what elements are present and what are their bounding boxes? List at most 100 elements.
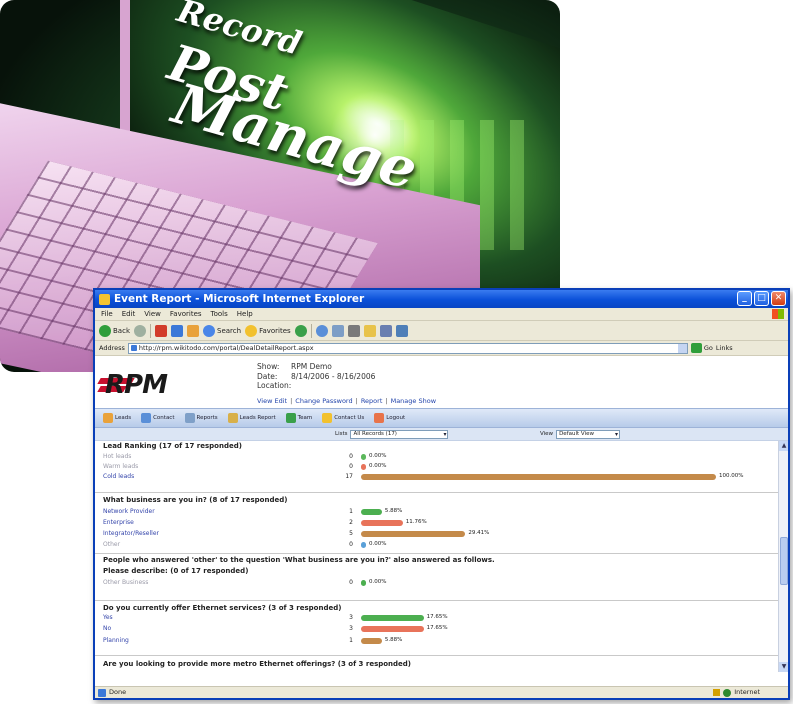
page-header: RPM Show: RPM Demo Date: 8/14/2006 - 8/16/… [95, 356, 788, 408]
status-text: Done [109, 688, 127, 696]
answer-label[interactable]: Other [103, 541, 120, 548]
home-icon[interactable] [187, 324, 199, 337]
print-icon[interactable] [347, 324, 360, 337]
scroll-thumb[interactable] [780, 537, 788, 585]
answer-percent: 17.65% [426, 614, 448, 620]
link-view-edit[interactable]: View Edit [257, 397, 287, 405]
answer-bar [361, 454, 366, 460]
title-bar[interactable]: Event Report - Microsoft Internet Explor… [95, 290, 788, 308]
menu-view[interactable]: View [144, 308, 161, 320]
folder-icon[interactable] [363, 324, 376, 337]
nav-reports[interactable]: Reports [184, 413, 218, 423]
nav-contact-us[interactable]: Contact Us [322, 413, 364, 423]
answer-row[interactable]: Yes 3 17.65% [95, 614, 778, 623]
answer-label[interactable]: Enterprise [103, 519, 134, 526]
answer-bar [361, 626, 424, 632]
menu-edit[interactable]: Edit [122, 308, 136, 320]
answer-count: 2 [349, 519, 353, 526]
answer-percent: 0.00% [369, 579, 387, 585]
window-controls: _ □ ✕ [737, 291, 786, 306]
nav-team[interactable]: Team [285, 413, 312, 423]
answer-label[interactable]: No [103, 625, 111, 632]
nav-leads-report[interactable]: Leads Report [227, 413, 276, 423]
answer-count: 3 [349, 614, 353, 621]
answer-label[interactable]: Network Provider [103, 508, 155, 515]
answer-percent: 29.41% [468, 530, 490, 536]
close-button[interactable]: ✕ [771, 291, 786, 306]
go-arrow-icon [690, 343, 702, 353]
lists-select[interactable]: All Records (17) [350, 429, 449, 439]
media-icon[interactable] [294, 324, 307, 337]
maximize-button[interactable]: □ [754, 291, 769, 306]
stop-icon[interactable] [155, 324, 167, 337]
link-change-password[interactable]: Change Password [295, 397, 352, 405]
web-page: RPM Show: RPM Demo Date: 8/14/2006 - 8/16/… [95, 356, 788, 672]
history-icon[interactable] [315, 324, 328, 337]
answer-label[interactable]: Hot leads [103, 453, 131, 460]
favorites-button[interactable]: Favorites [245, 324, 291, 337]
minimize-button[interactable]: _ [737, 291, 752, 306]
links-button[interactable]: Links [716, 344, 733, 352]
answer-row[interactable]: No 3 17.65% [95, 625, 778, 634]
toolbar-separator [310, 323, 312, 338]
answer-count: 1 [349, 508, 353, 515]
page-done-icon [98, 689, 106, 697]
menu-file[interactable]: File [101, 308, 113, 320]
answer-row[interactable]: Planning 1 5.88% [95, 637, 778, 646]
answer-row[interactable]: Other 0 0.00% [95, 541, 778, 550]
filter-bar: Lists All Records (17) View Default View [95, 428, 788, 441]
rpm-logo: RPM [105, 370, 168, 400]
nav-leads[interactable]: Leads [103, 413, 131, 423]
answer-label[interactable]: Planning [103, 637, 129, 644]
answer-row[interactable]: Cold leads 17 100.00% [95, 473, 778, 482]
scroll-up-arrow-icon[interactable]: ▲ [779, 441, 788, 451]
survey-report: Lead Ranking (17 of 17 responded) Hot le… [95, 441, 778, 672]
menu-tools[interactable]: Tools [211, 308, 228, 320]
answer-row[interactable]: Hot leads 0 0.00% [95, 453, 778, 462]
answer-label[interactable]: Cold leads [103, 473, 134, 480]
go-button[interactable]: Go [690, 343, 713, 353]
address-input[interactable]: http://rpm.wikitodo.com/portal/DealDetai… [127, 342, 688, 354]
standard-toolbar: Back Search Favorites [95, 321, 788, 341]
follow-up-note: People who answered 'other' to the quest… [103, 556, 495, 564]
menu-help[interactable]: Help [237, 308, 253, 320]
mail-icon[interactable] [331, 324, 344, 337]
nav-logout[interactable]: Logout [374, 413, 405, 423]
question-title: Do you currently offer Ethernet services… [103, 604, 342, 612]
answer-count: 0 [349, 453, 353, 460]
answer-row[interactable]: Warm leads 0 0.00% [95, 463, 778, 472]
windows-logo-icon [772, 309, 784, 319]
nav-contact[interactable]: Contact [141, 413, 175, 423]
answer-label[interactable]: Warm leads [103, 463, 138, 470]
answer-label[interactable]: Other Business [103, 579, 148, 586]
address-label: Address [99, 344, 125, 352]
answer-label[interactable]: Yes [103, 614, 113, 621]
menu-bar: File Edit View Favorites Tools Help [95, 308, 788, 321]
search-icon [203, 324, 215, 337]
leads-icon [103, 413, 113, 423]
address-dropdown[interactable] [677, 343, 687, 353]
answer-row[interactable]: Other Business 0 0.00% [95, 579, 778, 588]
research-icon[interactable] [395, 324, 408, 337]
menu-favorites[interactable]: Favorites [170, 308, 202, 320]
link-report[interactable]: Report [361, 397, 383, 405]
follow-up-title: Please describe: (0 of 17 responded) [103, 567, 249, 575]
answer-row[interactable]: Enterprise 2 11.76% [95, 519, 778, 528]
page-scrollbar[interactable]: ▲ ▼ [778, 441, 788, 672]
answer-bar [361, 474, 716, 480]
messenger-icon[interactable] [379, 324, 392, 337]
answer-bar [361, 509, 382, 515]
answer-label[interactable]: Integrator/Reseller [103, 530, 159, 537]
answer-count: 0 [349, 579, 353, 586]
answer-row[interactable]: Network Provider 1 5.88% [95, 508, 778, 517]
refresh-icon[interactable] [171, 324, 183, 337]
forward-button[interactable] [134, 324, 146, 337]
view-select[interactable]: Default View [556, 429, 621, 439]
search-button[interactable]: Search [203, 324, 241, 337]
ie-app-icon [99, 293, 110, 305]
back-button[interactable]: Back [99, 324, 130, 337]
window-title: Event Report - Microsoft Internet Explor… [114, 293, 365, 305]
link-manage-show[interactable]: Manage Show [391, 397, 436, 405]
answer-row[interactable]: Integrator/Reseller 5 29.41% [95, 530, 778, 539]
scroll-down-arrow-icon[interactable]: ▼ [779, 662, 788, 672]
